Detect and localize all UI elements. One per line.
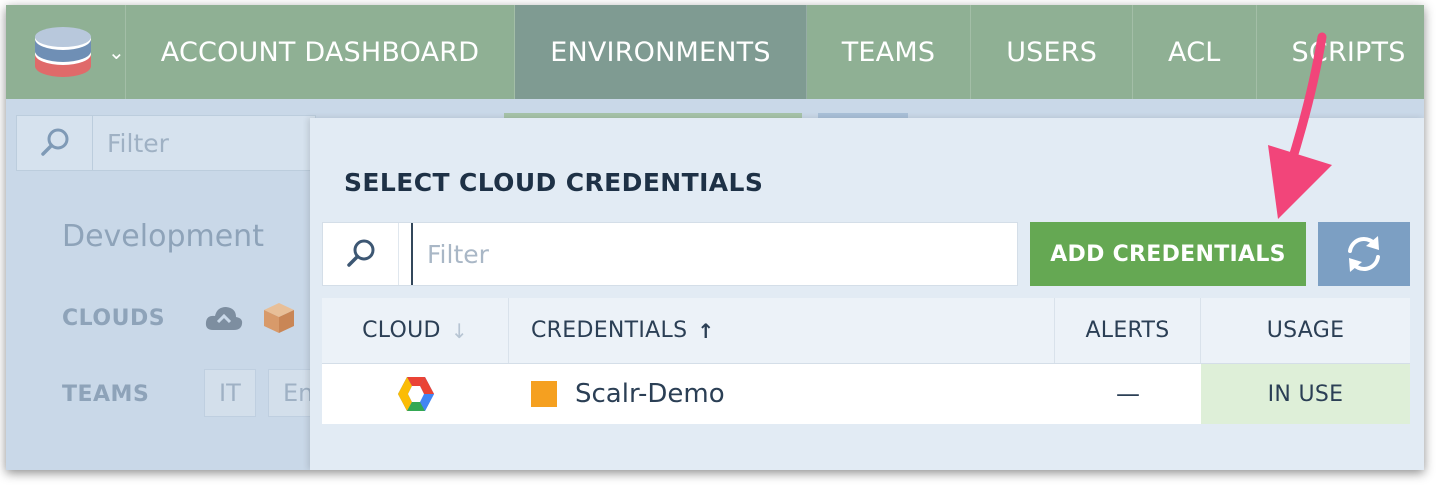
top-nav: ⌄ ACCOUNT DASHBOARD ENVIRONMENTS TEAMS U… [6, 5, 1424, 99]
search-icon [40, 128, 68, 156]
app-window: ⌄ ACCOUNT DASHBOARD ENVIRONMENTS TEAMS U… [6, 5, 1424, 470]
cube-icon [264, 303, 294, 333]
background-search-field[interactable]: Filter [16, 115, 316, 171]
tab-account-dashboard[interactable]: ACCOUNT DASHBOARD [126, 5, 516, 99]
scalr-logo-icon [35, 27, 91, 77]
column-header-cloud[interactable]: CLOUD ↓ [322, 298, 509, 363]
logo-menu[interactable]: ⌄ [6, 5, 126, 99]
chevron-down-icon: ⌄ [108, 40, 125, 64]
credentials-cell: Scalr-Demo [509, 364, 1055, 424]
team-chip[interactable]: IT [204, 369, 256, 417]
cloud-icon [205, 307, 243, 330]
sort-up-icon: ↑ [697, 318, 715, 343]
background-search-placeholder: Filter [107, 128, 169, 158]
modal-title: SELECT CLOUD CREDENTIALS [344, 168, 764, 197]
table-row[interactable]: Scalr-Demo — IN USE [322, 364, 1410, 424]
sort-down-icon: ↓ [450, 318, 468, 343]
credentials-filter-input[interactable] [411, 223, 1017, 285]
clouds-icons [204, 301, 296, 335]
credentials-search-field[interactable] [322, 222, 1018, 286]
google-cloud-icon [397, 377, 434, 411]
table-header: CLOUD ↓ CREDENTIALS ↑ ALERTS USAGE [322, 298, 1410, 364]
annotation-arrow-icon [1268, 32, 1332, 219]
credentials-table: CLOUD ↓ CREDENTIALS ↑ ALERTS USAGE Scalr… [322, 298, 1410, 424]
refresh-button[interactable] [1318, 222, 1410, 286]
column-header-credentials[interactable]: CREDENTIALS ↑ [509, 298, 1055, 363]
cloud-cell [322, 364, 509, 424]
credential-color-swatch [531, 381, 557, 407]
alerts-cell: — [1116, 380, 1140, 408]
environment-title: Development [62, 219, 264, 254]
column-header-alerts[interactable]: ALERTS [1055, 298, 1201, 363]
tab-environments[interactable]: ENVIRONMENTS [515, 5, 807, 99]
tab-users[interactable]: USERS [971, 5, 1134, 99]
usage-status: IN USE [1201, 364, 1410, 424]
tab-acl[interactable]: ACL [1133, 5, 1257, 99]
add-credentials-button[interactable]: ADD CREDENTIALS [1030, 222, 1306, 286]
tab-teams[interactable]: TEAMS [807, 5, 972, 99]
search-icon [346, 239, 374, 267]
clouds-label: CLOUDS [62, 306, 166, 331]
credential-name: Scalr-Demo [575, 379, 725, 409]
teams-label: TEAMS [62, 382, 150, 407]
refresh-icon [1348, 236, 1380, 272]
column-header-usage[interactable]: USAGE [1201, 298, 1410, 363]
